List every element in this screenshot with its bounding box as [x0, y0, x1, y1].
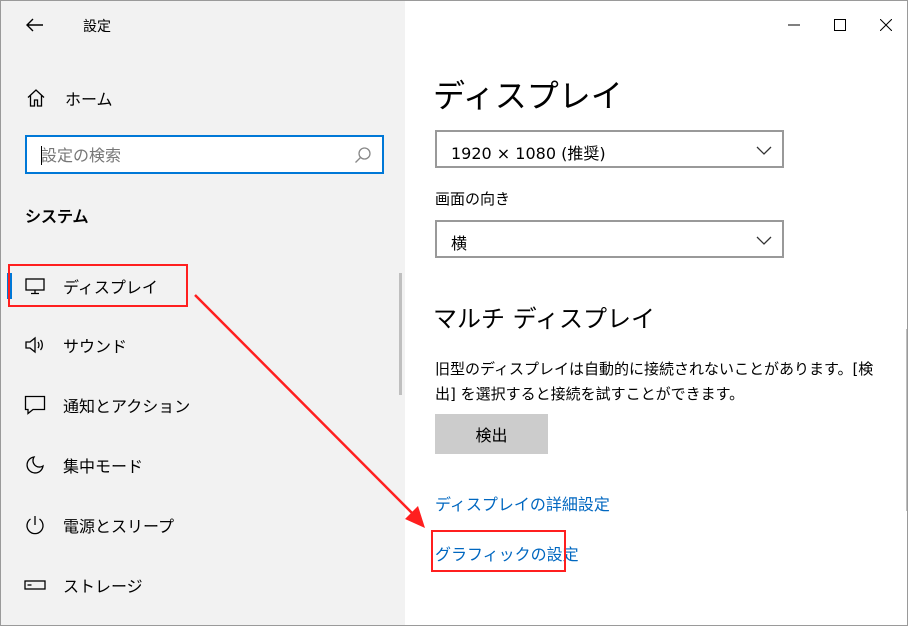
close-button[interactable] [863, 1, 907, 49]
storage-icon [23, 573, 47, 597]
chevron-down-icon [756, 146, 772, 155]
text-cursor [41, 146, 42, 165]
orientation-label: 画面の向き [435, 190, 511, 208]
orientation-dropdown[interactable]: 横 [435, 220, 784, 258]
page-title: ディスプレイ [433, 77, 623, 115]
multi-display-description: 旧型のディスプレイは自動的に接続されないことがあります。[検出] を選択すると接… [435, 360, 874, 403]
maximize-icon [834, 19, 846, 31]
back-button[interactable] [15, 9, 55, 41]
minimize-icon [788, 24, 800, 26]
chevron-down-icon [756, 236, 772, 245]
nav-item-label: 集中モード [63, 457, 144, 476]
back-arrow-icon [26, 18, 43, 32]
navigation-pane: 設定 ホーム システム [1, 1, 405, 625]
nav-item-notifications[interactable]: 通知とアクション [1, 383, 405, 427]
nav-home[interactable]: ホーム [1, 77, 405, 119]
nav-item-label: 通知とアクション [63, 397, 191, 416]
nav-item-power[interactable]: 電源とスリープ [1, 503, 405, 547]
settings-window: 設定 ホーム システム [0, 0, 908, 626]
content-pane: ディスプレイ 1920 × 1080 (推奨) 画面の向き 横 マルチ ディスプ… [405, 1, 907, 625]
app-title: 設定 [83, 19, 111, 35]
nav-item-sound[interactable]: サウンド [1, 323, 405, 367]
maximize-button[interactable] [817, 1, 863, 49]
annotation-box-graphics [431, 530, 566, 572]
advanced-display-settings-link[interactable]: ディスプレイの詳細設定 [435, 491, 610, 515]
nav-item-label: 電源とスリープ [63, 517, 175, 536]
minimize-button[interactable] [771, 1, 817, 49]
moon-icon [23, 453, 47, 477]
nav-item-label: ストレージ [63, 577, 143, 596]
home-icon [25, 87, 47, 109]
nav-item-label: サウンド [63, 337, 128, 356]
nav-home-label: ホーム [65, 90, 113, 109]
nav-scrollbar[interactable] [399, 273, 402, 395]
multi-display-heading: マルチ ディスプレイ [433, 305, 655, 333]
search-input[interactable] [41, 143, 341, 167]
resolution-dropdown[interactable]: 1920 × 1080 (推奨) [435, 130, 784, 168]
nav-item-storage[interactable]: ストレージ [1, 563, 405, 607]
orientation-value: 横 [451, 234, 468, 253]
resolution-value: 1920 × 1080 (推奨) [451, 144, 606, 163]
nav-item-focus[interactable]: 集中モード [1, 443, 405, 487]
close-icon [880, 19, 892, 31]
power-icon [23, 513, 47, 537]
notification-icon [23, 393, 47, 417]
detect-button[interactable]: 検出 [435, 414, 548, 454]
window-controls [771, 1, 907, 49]
section-heading: システム [25, 207, 89, 226]
speaker-icon [23, 333, 47, 357]
search-icon[interactable] [354, 146, 372, 164]
annotation-box-display [8, 264, 188, 307]
search-box[interactable] [25, 135, 384, 174]
